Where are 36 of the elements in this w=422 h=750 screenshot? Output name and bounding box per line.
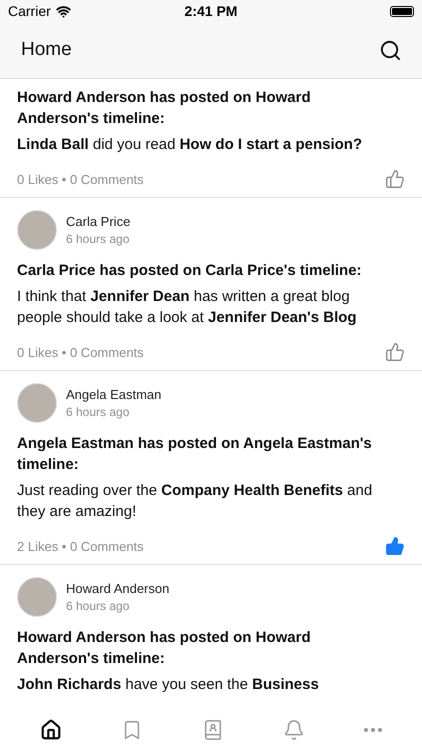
- bell-icon: [283, 719, 306, 741]
- page-title: Home: [21, 39, 72, 61]
- wifi-icon: [56, 4, 71, 18]
- search-button[interactable]: [379, 38, 402, 62]
- post-title: Howard Anderson has posted on Howard Anderson's timeline:: [17, 88, 312, 129]
- avatar-placeholder: [17, 577, 57, 617]
- clock-time: 2:41 PM: [184, 3, 238, 19]
- post-body: Linda Ball did you read How do I start a pension?: [17, 135, 364, 155]
- avatar-placeholder: [17, 210, 57, 250]
- post-stats: 0 Likes • 0 Comments: [17, 172, 144, 186]
- author-name: Carla Price: [66, 214, 130, 229]
- post-body: I think that Jennifer Dean has written a great blog people should take a look at Jennifer Dean's Blog: [17, 287, 358, 328]
- carrier-label: Carrier: [8, 3, 51, 19]
- author-name: Angela Eastman: [66, 387, 162, 402]
- post-body: John Richards have you seen the Business: [17, 675, 320, 695]
- like-button[interactable]: [385, 169, 405, 189]
- like-button[interactable]: [385, 342, 405, 362]
- thumbs-up-icon: [385, 342, 405, 362]
- post-title: Angela Eastman has posted on Angela Eastman's timeline:: [17, 434, 373, 475]
- thumbs-up-icon: [385, 169, 405, 189]
- like-button[interactable]: [385, 536, 405, 556]
- post-stats: 0 Likes • 0 Comments: [17, 344, 144, 360]
- post-stats: 2 Likes • 0 Comments: [17, 538, 144, 554]
- avatar-placeholder: [17, 383, 57, 423]
- post-time: 6 hours ago: [66, 599, 130, 613]
- post-body: Just reading over the Company Health Benefits and they are amazing!: [17, 481, 374, 522]
- author-name: Howard Anderson: [66, 581, 170, 596]
- post-time: 6 hours ago: [66, 232, 130, 246]
- post-title: Carla Price has posted on Carla Price's timeline:: [17, 261, 363, 281]
- battery-icon: [390, 6, 414, 16]
- more-icon: [364, 728, 382, 732]
- post-title: Howard Anderson has posted on Howard Anderson's timeline:: [17, 628, 312, 669]
- search-icon: [379, 38, 402, 62]
- thumbs-up-icon: [385, 536, 405, 556]
- home-icon: [40, 719, 62, 741]
- post-time: 6 hours ago: [66, 405, 130, 419]
